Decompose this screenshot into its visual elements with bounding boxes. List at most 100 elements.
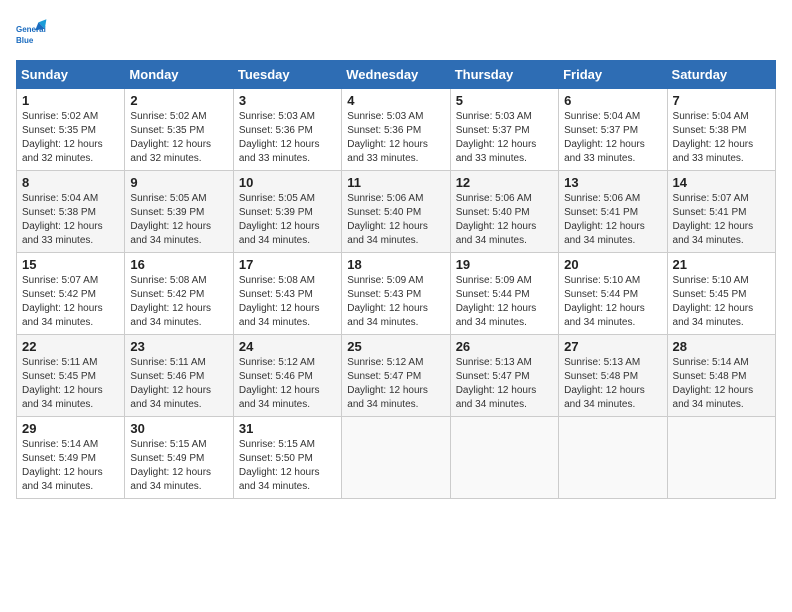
day-info: Sunrise: 5:04 AM Sunset: 5:37 PM Dayligh…: [564, 110, 661, 166]
day-info: Sunrise: 5:10 AM Sunset: 5:44 PM Dayligh…: [564, 274, 661, 330]
table-row: 13 Sunrise: 5:06 AM Sunset: 5:41 PM Dayl…: [559, 171, 667, 253]
day-number: 27: [564, 339, 661, 354]
day-info: Sunrise: 5:13 AM Sunset: 5:47 PM Dayligh…: [456, 356, 553, 412]
table-row: 28 Sunrise: 5:14 AM Sunset: 5:48 PM Dayl…: [667, 335, 775, 417]
day-number: 11: [347, 175, 444, 190]
calendar-table: SundayMondayTuesdayWednesdayThursdayFrid…: [16, 60, 776, 499]
table-row: 3 Sunrise: 5:03 AM Sunset: 5:36 PM Dayli…: [233, 89, 341, 171]
weekday-header-wednesday: Wednesday: [342, 61, 450, 89]
day-number: 12: [456, 175, 553, 190]
day-info: Sunrise: 5:12 AM Sunset: 5:46 PM Dayligh…: [239, 356, 336, 412]
day-info: Sunrise: 5:11 AM Sunset: 5:46 PM Dayligh…: [130, 356, 227, 412]
day-number: 29: [22, 421, 119, 436]
day-number: 1: [22, 93, 119, 108]
day-info: Sunrise: 5:07 AM Sunset: 5:41 PM Dayligh…: [673, 192, 770, 248]
table-row: 16 Sunrise: 5:08 AM Sunset: 5:42 PM Dayl…: [125, 253, 233, 335]
day-info: Sunrise: 5:06 AM Sunset: 5:40 PM Dayligh…: [456, 192, 553, 248]
day-info: Sunrise: 5:15 AM Sunset: 5:50 PM Dayligh…: [239, 438, 336, 494]
calendar-week-2: 8 Sunrise: 5:04 AM Sunset: 5:38 PM Dayli…: [17, 171, 776, 253]
table-row: 31 Sunrise: 5:15 AM Sunset: 5:50 PM Dayl…: [233, 417, 341, 499]
day-info: Sunrise: 5:06 AM Sunset: 5:41 PM Dayligh…: [564, 192, 661, 248]
day-info: Sunrise: 5:10 AM Sunset: 5:45 PM Dayligh…: [673, 274, 770, 330]
day-number: 6: [564, 93, 661, 108]
table-row: 17 Sunrise: 5:08 AM Sunset: 5:43 PM Dayl…: [233, 253, 341, 335]
logo-icon: General Blue: [16, 16, 48, 48]
table-row: 22 Sunrise: 5:11 AM Sunset: 5:45 PM Dayl…: [17, 335, 125, 417]
table-row: 15 Sunrise: 5:07 AM Sunset: 5:42 PM Dayl…: [17, 253, 125, 335]
day-info: Sunrise: 5:05 AM Sunset: 5:39 PM Dayligh…: [130, 192, 227, 248]
table-row: 21 Sunrise: 5:10 AM Sunset: 5:45 PM Dayl…: [667, 253, 775, 335]
day-info: Sunrise: 5:03 AM Sunset: 5:36 PM Dayligh…: [239, 110, 336, 166]
table-row: 20 Sunrise: 5:10 AM Sunset: 5:44 PM Dayl…: [559, 253, 667, 335]
day-info: Sunrise: 5:14 AM Sunset: 5:49 PM Dayligh…: [22, 438, 119, 494]
table-row: 14 Sunrise: 5:07 AM Sunset: 5:41 PM Dayl…: [667, 171, 775, 253]
day-number: 10: [239, 175, 336, 190]
day-info: Sunrise: 5:03 AM Sunset: 5:36 PM Dayligh…: [347, 110, 444, 166]
table-row: 10 Sunrise: 5:05 AM Sunset: 5:39 PM Dayl…: [233, 171, 341, 253]
table-row: [450, 417, 558, 499]
calendar-week-3: 15 Sunrise: 5:07 AM Sunset: 5:42 PM Dayl…: [17, 253, 776, 335]
day-number: 7: [673, 93, 770, 108]
day-info: Sunrise: 5:11 AM Sunset: 5:45 PM Dayligh…: [22, 356, 119, 412]
day-number: 31: [239, 421, 336, 436]
table-row: 30 Sunrise: 5:15 AM Sunset: 5:49 PM Dayl…: [125, 417, 233, 499]
calendar-week-1: 1 Sunrise: 5:02 AM Sunset: 5:35 PM Dayli…: [17, 89, 776, 171]
table-row: 25 Sunrise: 5:12 AM Sunset: 5:47 PM Dayl…: [342, 335, 450, 417]
svg-text:Blue: Blue: [16, 36, 34, 45]
table-row: 18 Sunrise: 5:09 AM Sunset: 5:43 PM Dayl…: [342, 253, 450, 335]
day-number: 9: [130, 175, 227, 190]
day-info: Sunrise: 5:14 AM Sunset: 5:48 PM Dayligh…: [673, 356, 770, 412]
table-row: 7 Sunrise: 5:04 AM Sunset: 5:38 PM Dayli…: [667, 89, 775, 171]
day-number: 30: [130, 421, 227, 436]
table-row: [559, 417, 667, 499]
day-number: 2: [130, 93, 227, 108]
day-info: Sunrise: 5:15 AM Sunset: 5:49 PM Dayligh…: [130, 438, 227, 494]
day-info: Sunrise: 5:09 AM Sunset: 5:44 PM Dayligh…: [456, 274, 553, 330]
table-row: 8 Sunrise: 5:04 AM Sunset: 5:38 PM Dayli…: [17, 171, 125, 253]
table-row: 11 Sunrise: 5:06 AM Sunset: 5:40 PM Dayl…: [342, 171, 450, 253]
day-info: Sunrise: 5:03 AM Sunset: 5:37 PM Dayligh…: [456, 110, 553, 166]
day-number: 3: [239, 93, 336, 108]
day-number: 20: [564, 257, 661, 272]
weekday-header-saturday: Saturday: [667, 61, 775, 89]
table-row: 23 Sunrise: 5:11 AM Sunset: 5:46 PM Dayl…: [125, 335, 233, 417]
weekday-header-sunday: Sunday: [17, 61, 125, 89]
table-row: 4 Sunrise: 5:03 AM Sunset: 5:36 PM Dayli…: [342, 89, 450, 171]
day-info: Sunrise: 5:09 AM Sunset: 5:43 PM Dayligh…: [347, 274, 444, 330]
day-number: 25: [347, 339, 444, 354]
day-info: Sunrise: 5:02 AM Sunset: 5:35 PM Dayligh…: [130, 110, 227, 166]
day-number: 5: [456, 93, 553, 108]
table-row: 2 Sunrise: 5:02 AM Sunset: 5:35 PM Dayli…: [125, 89, 233, 171]
day-info: Sunrise: 5:04 AM Sunset: 5:38 PM Dayligh…: [673, 110, 770, 166]
calendar-header-row: SundayMondayTuesdayWednesdayThursdayFrid…: [17, 61, 776, 89]
table-row: 26 Sunrise: 5:13 AM Sunset: 5:47 PM Dayl…: [450, 335, 558, 417]
logo: General Blue: [16, 16, 52, 48]
table-row: 29 Sunrise: 5:14 AM Sunset: 5:49 PM Dayl…: [17, 417, 125, 499]
calendar-week-4: 22 Sunrise: 5:11 AM Sunset: 5:45 PM Dayl…: [17, 335, 776, 417]
table-row: [667, 417, 775, 499]
table-row: 9 Sunrise: 5:05 AM Sunset: 5:39 PM Dayli…: [125, 171, 233, 253]
day-number: 14: [673, 175, 770, 190]
day-number: 19: [456, 257, 553, 272]
day-info: Sunrise: 5:08 AM Sunset: 5:42 PM Dayligh…: [130, 274, 227, 330]
day-info: Sunrise: 5:02 AM Sunset: 5:35 PM Dayligh…: [22, 110, 119, 166]
day-number: 28: [673, 339, 770, 354]
day-info: Sunrise: 5:04 AM Sunset: 5:38 PM Dayligh…: [22, 192, 119, 248]
weekday-header-tuesday: Tuesday: [233, 61, 341, 89]
day-number: 24: [239, 339, 336, 354]
day-number: 17: [239, 257, 336, 272]
day-number: 26: [456, 339, 553, 354]
table-row: 24 Sunrise: 5:12 AM Sunset: 5:46 PM Dayl…: [233, 335, 341, 417]
page-header: General Blue: [16, 16, 776, 48]
calendar-week-5: 29 Sunrise: 5:14 AM Sunset: 5:49 PM Dayl…: [17, 417, 776, 499]
weekday-header-friday: Friday: [559, 61, 667, 89]
day-info: Sunrise: 5:05 AM Sunset: 5:39 PM Dayligh…: [239, 192, 336, 248]
weekday-header-monday: Monday: [125, 61, 233, 89]
day-info: Sunrise: 5:07 AM Sunset: 5:42 PM Dayligh…: [22, 274, 119, 330]
day-info: Sunrise: 5:06 AM Sunset: 5:40 PM Dayligh…: [347, 192, 444, 248]
table-row: 6 Sunrise: 5:04 AM Sunset: 5:37 PM Dayli…: [559, 89, 667, 171]
table-row: [342, 417, 450, 499]
day-number: 8: [22, 175, 119, 190]
day-number: 16: [130, 257, 227, 272]
table-row: 27 Sunrise: 5:13 AM Sunset: 5:48 PM Dayl…: [559, 335, 667, 417]
